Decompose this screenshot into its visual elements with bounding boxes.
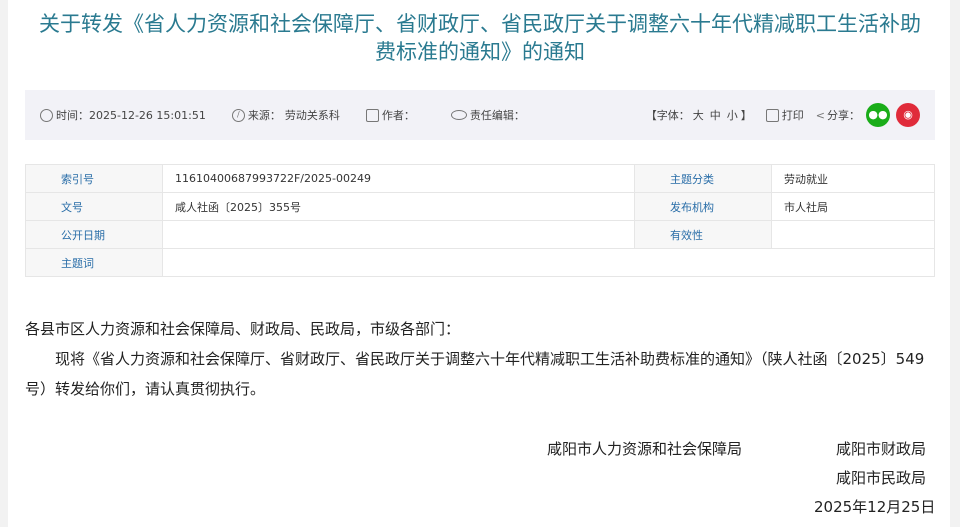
info-table: 索引号 11610400687993722F/2025-00249 主题分类 劳动就业… — [25, 164, 935, 277]
validity-value — [771, 220, 935, 249]
print-label: 打印 — [781, 109, 804, 122]
scrollbar[interactable] — [950, 0, 960, 527]
doc-number-value: 咸人社函〔2025〕355号 — [162, 192, 635, 221]
table-row: 主题词 — [25, 248, 935, 277]
publisher-label: 发布机构 — [634, 192, 772, 221]
pen-icon: / — [231, 108, 245, 122]
category-value: 劳动就业 — [771, 164, 935, 193]
meta-bar: 时间： 2025-12-26 15:01:51 /来源： 劳动关系科 作者： 责任编… — [25, 90, 935, 140]
weibo-share-button[interactable]: ◉ — [896, 103, 920, 127]
index-value: 11610400687993722F/2025-00249 — [162, 164, 635, 193]
eye-icon — [450, 110, 467, 120]
article-body: 各县市区人力资源和社会保障局、财政局、民政局，市级各部门： 现将《省人力资源和社… — [25, 314, 935, 404]
font-size-label: 【字体： — [645, 109, 690, 122]
print-button[interactable]: 打印 — [765, 107, 804, 123]
editor-label: 责任编辑： — [469, 109, 525, 122]
keywords-value — [162, 248, 935, 277]
source-label: 来源： — [247, 109, 281, 122]
wechat-share-button[interactable]: ●● — [866, 103, 890, 127]
body-paragraph: 现将《省人力资源和社会保障厅、省财政厅、省民政厅关于调整六十年代精减职工生活补助… — [25, 350, 925, 398]
page-title: 关于转发《省人力资源和社会保障厅、省财政厅、省民政厅关于调整六十年代精减职工生活… — [39, 12, 921, 64]
font-medium-button[interactable]: 中 — [710, 107, 721, 123]
publish-date-value — [162, 220, 635, 249]
validity-label: 有效性 — [634, 220, 772, 249]
share-label: 分享： — [827, 109, 860, 122]
greeting: 各县市区人力资源和社会保障局、财政局、民政局，市级各部门： — [25, 320, 461, 338]
font-size-end: 】 — [740, 109, 752, 122]
table-row: 公开日期 有效性 — [25, 220, 935, 249]
printer-icon — [765, 108, 779, 122]
table-row: 索引号 11610400687993722F/2025-00249 主题分类 劳动就业 — [25, 164, 935, 193]
source-value: 劳动关系科 — [284, 109, 340, 122]
signature-org-civil: 咸阳市民政局 — [836, 469, 927, 487]
note-icon — [365, 108, 379, 122]
font-small-button[interactable]: 小 — [727, 107, 738, 123]
doc-number-label: 文号 — [25, 192, 163, 221]
category-label: 主题分类 — [634, 164, 772, 193]
index-label: 索引号 — [25, 164, 163, 193]
left-gutter — [0, 0, 8, 527]
share-icon: < — [815, 108, 825, 122]
table-row: 文号 咸人社函〔2025〕355号 发布机构 市人社局 — [25, 192, 935, 221]
publish-date-label: 公开日期 — [25, 220, 163, 249]
font-large-button[interactable]: 大 — [693, 107, 704, 123]
time-label: 时间： — [56, 109, 89, 122]
publisher-value: 市人社局 — [771, 192, 935, 221]
keywords-label: 主题词 — [25, 248, 163, 277]
publish-time: 2025-12-26 15:01:51 — [89, 108, 206, 122]
signature-date: 2025年12月25日 — [814, 498, 936, 516]
clock-icon — [40, 108, 53, 122]
signature-org-finance: 咸阳市财政局 — [836, 440, 927, 458]
author-label: 作者： — [381, 109, 415, 122]
signature-org-hrss: 咸阳市人力资源和社会保障局 — [547, 440, 743, 458]
